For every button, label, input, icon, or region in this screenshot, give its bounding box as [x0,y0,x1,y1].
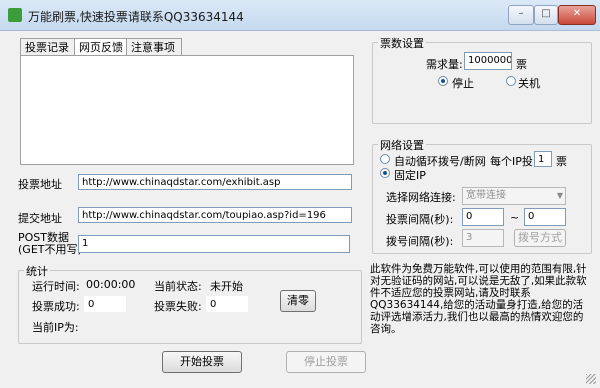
post-data-sublabel: (GET不用写) [18,243,82,256]
auto-dial-radio[interactable] [380,154,390,164]
per-ip-input[interactable]: 1 [534,151,552,167]
per-ip-label: 每个IP投 [490,155,533,168]
vote-interval-from-input[interactable]: 0 [462,208,504,226]
fixed-ip-radio[interactable] [380,168,390,178]
clear-button[interactable]: 清零 [280,290,316,312]
success-count: 0 [84,296,126,312]
minimize-button[interactable]: – [508,5,534,25]
tab-notes[interactable]: 注意事项 [126,38,182,56]
dial-interval-label: 拨号间隔(秒): [386,235,454,248]
stop-vote-button[interactable]: 停止投票 [286,351,366,373]
stats-group-title: 统计 [24,263,50,279]
vote-url-label: 投票地址 [18,178,62,191]
vote-url-input[interactable]: http://www.chinaqdstar.com/exhibit.asp [78,174,352,190]
close-button[interactable]: ✕ [558,5,596,25]
dial-interval-input[interactable]: 3 [462,229,504,247]
vote-interval-label: 投票间隔(秒): [386,213,454,226]
need-input[interactable]: 1000000 [464,52,512,70]
tab-panel [20,55,354,165]
run-time-label: 运行时间: [32,280,80,293]
dial-mode-button[interactable]: 拨号方式 [514,229,566,247]
vote-settings-title: 票数设置 [378,35,426,51]
network-settings-title: 网络设置 [378,137,426,153]
need-unit: 票 [516,58,527,71]
per-ip-unit: 票 [556,155,567,168]
status-label: 当前状态: [154,280,202,293]
current-ip-label: 当前IP为: [32,321,79,334]
shutdown-label: 关机 [518,77,540,90]
submit-url-input[interactable]: http://www.chinaqdstar.com/toupiao.asp?i… [78,207,352,223]
choose-connection-label: 选择网络连接: [386,191,456,204]
fixed-ip-label: 固定IP [394,169,426,182]
interval-tilde: ~ [510,211,520,224]
fail-label: 投票失败: [154,300,202,313]
run-time-value: 00:00:00 [86,278,136,291]
connection-select[interactable]: 宽带连接 ▼ [462,187,566,205]
title-bar: 万能刷票,快速投票请联系QQ33634144 – □ ✕ [0,0,600,31]
stop-radio[interactable] [438,76,448,86]
post-data-input[interactable]: 1 [78,235,350,253]
info-text: 此软件为免费万能软件,可以使用的范围有限,针对无验证码的网站,可以说是无敌了,如… [370,263,587,335]
window-title: 万能刷票,快速投票请联系QQ33634144 [28,10,244,24]
need-label: 需求量: [426,58,463,71]
tab-vote-log[interactable]: 投票记录 [20,38,76,56]
connection-select-value: 宽带连接 [466,190,506,201]
shutdown-radio[interactable] [506,76,516,86]
chevron-down-icon: ▼ [556,191,563,200]
maximize-button[interactable]: □ [534,5,558,25]
status-value: 未开始 [210,280,243,293]
vote-interval-to-input[interactable]: 0 [524,208,566,226]
submit-url-label: 提交地址 [18,212,62,225]
stop-label: 停止 [452,77,474,90]
start-vote-button[interactable]: 开始投票 [162,351,242,373]
tab-web-feedback[interactable]: 网页反馈 [74,38,130,56]
success-label: 投票成功: [32,300,80,313]
fail-count: 0 [206,296,248,312]
resize-grip-icon[interactable] [586,374,596,384]
app-icon [8,8,22,22]
